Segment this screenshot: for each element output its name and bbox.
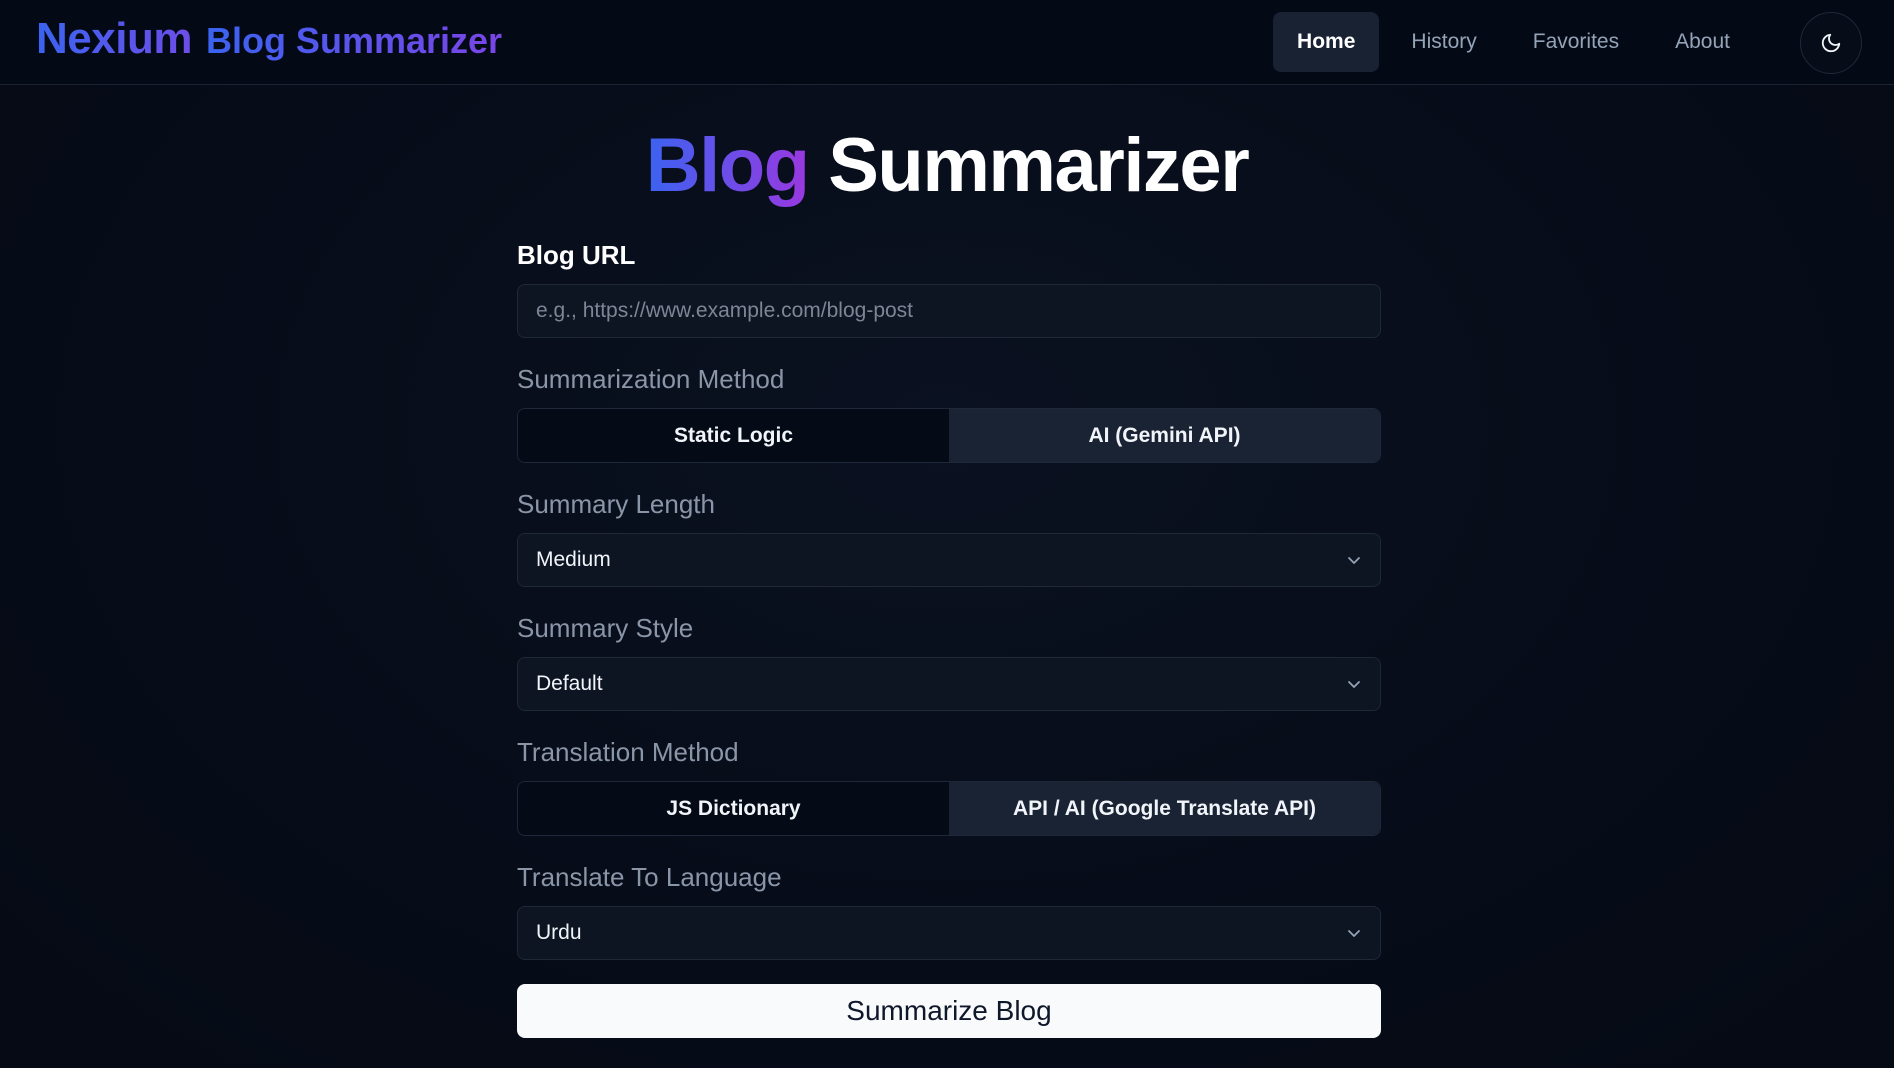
translation-method-label: Translation Method <box>517 737 739 767</box>
page-title-rest: Summarizer <box>828 123 1250 208</box>
summary-length-select[interactable]: Medium <box>517 533 1381 587</box>
summary-length-group: Summary Length Medium <box>517 489 1381 587</box>
blog-url-input[interactable] <box>517 284 1381 338</box>
nav-favorites[interactable]: Favorites <box>1509 12 1643 72</box>
page-title: Blog Summarizer <box>0 122 1894 209</box>
summarization-method-toggle: Static Logic AI (Gemini API) <box>517 408 1381 463</box>
translation-api-ai-option[interactable]: API / AI (Google Translate API) <box>949 782 1380 835</box>
nav-about[interactable]: About <box>1651 12 1754 72</box>
chevron-down-icon <box>1346 552 1362 568</box>
target-language-value: Urdu <box>536 921 582 944</box>
theme-toggle-button[interactable] <box>1800 12 1862 74</box>
translation-js-dictionary-option[interactable]: JS Dictionary <box>518 782 949 835</box>
main-nav: Home History Favorites About <box>1273 12 1754 72</box>
method-ai-gemini-option[interactable]: AI (Gemini API) <box>949 409 1380 462</box>
translation-method-toggle: JS Dictionary API / AI (Google Translate… <box>517 781 1381 836</box>
nav-home[interactable]: Home <box>1273 12 1380 72</box>
target-language-select[interactable]: Urdu <box>517 906 1381 960</box>
brand-tagline: Blog Summarizer <box>205 20 503 61</box>
moon-icon <box>1821 33 1841 53</box>
url-label: Blog URL <box>517 240 636 270</box>
url-group: Blog URL <box>517 240 1381 338</box>
brand-logo[interactable]: Nexium Blog Summarizer <box>36 14 502 70</box>
summarization-method-group: Summarization Method Static Logic AI (Ge… <box>517 364 1381 463</box>
target-language-label: Translate To Language <box>517 862 782 892</box>
translation-method-group: Translation Method JS Dictionary API / A… <box>517 737 1381 836</box>
summarization-method-label: Summarization Method <box>517 364 785 394</box>
target-language-group: Translate To Language Urdu <box>517 862 1381 960</box>
summary-length-label: Summary Length <box>517 489 715 519</box>
method-static-logic-option[interactable]: Static Logic <box>518 409 949 462</box>
top-navbar: Nexium Blog Summarizer Home History Favo… <box>0 0 1894 85</box>
nav-history[interactable]: History <box>1387 12 1500 72</box>
summary-style-group: Summary Style Default <box>517 613 1381 711</box>
chevron-down-icon <box>1346 676 1362 692</box>
summary-length-value: Medium <box>536 548 611 571</box>
page-title-accent: Blog <box>645 123 810 208</box>
summarize-blog-button[interactable]: Summarize Blog <box>517 984 1381 1038</box>
brand-name: Nexium <box>36 14 192 63</box>
summary-style-value: Default <box>536 672 603 695</box>
summary-style-select[interactable]: Default <box>517 657 1381 711</box>
chevron-down-icon <box>1346 925 1362 941</box>
summarize-form: Blog URL Summarization Method Static Log… <box>517 240 1381 1038</box>
summary-style-label: Summary Style <box>517 613 694 643</box>
